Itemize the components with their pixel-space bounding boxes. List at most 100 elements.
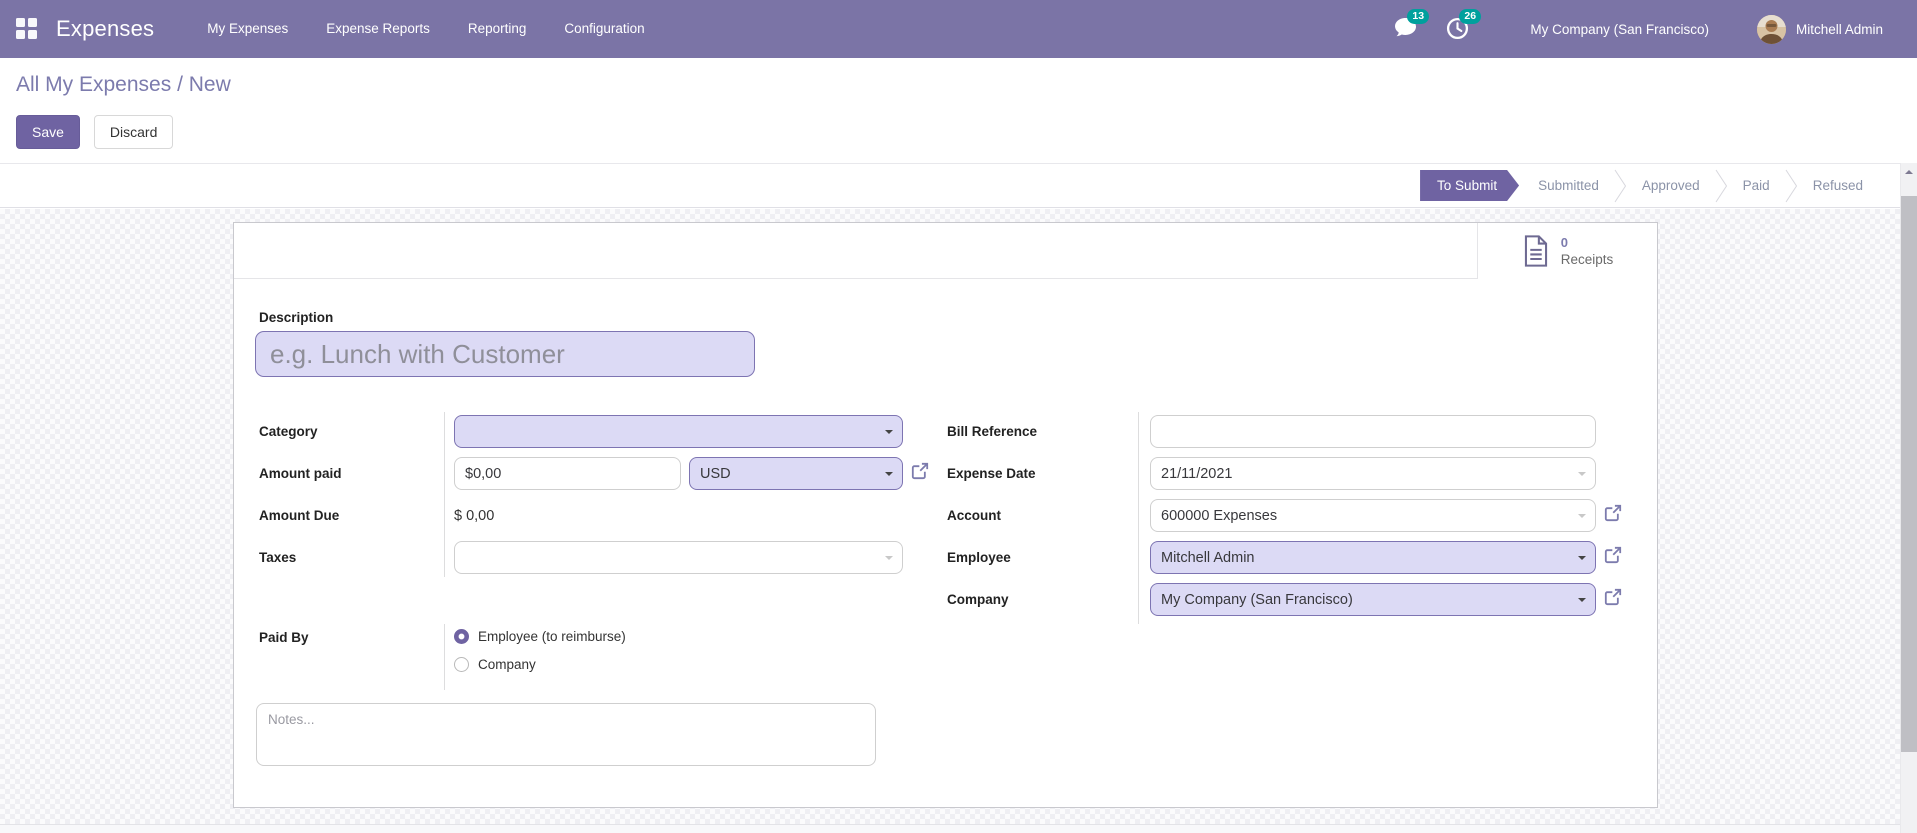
status-step-submitted[interactable]: Submitted [1523,178,1614,193]
company-value: My Company (San Francisco) [1161,591,1353,608]
chevron-down-icon [1578,598,1586,606]
currency-external-link-icon[interactable] [911,462,929,485]
status-chevron-icon [1614,169,1627,203]
amount-paid-label: Amount paid [259,466,342,481]
receipts-stat-button[interactable]: 0 Receipts [1477,223,1657,279]
employee-value: Mitchell Admin [1161,549,1255,566]
notes-textarea[interactable] [256,703,876,766]
activities-badge: 26 [1459,9,1482,24]
avatar-image [1756,14,1786,44]
paid-by-row: Paid By Employee (to reimburse) Company [259,629,626,672]
discard-button[interactable]: Discard [93,115,174,149]
nav-item-configuration[interactable]: Configuration [545,0,663,58]
employee-label: Employee [947,550,1011,565]
bill-reference-row: Bill Reference [947,415,1596,448]
expense-date-row: Expense Date 21/11/2021 [947,457,1596,490]
form-view-background: 0 Receipts Description Category [0,209,1900,824]
scrollbar-thumb[interactable] [1901,196,1917,752]
account-value: 600000 Expenses [1161,507,1278,524]
nav-item-reporting[interactable]: Reporting [449,0,546,58]
vertical-scrollbar[interactable] [1900,163,1917,833]
category-label: Category [259,424,318,439]
control-panel: All My Expenses / New Save Discard [0,58,1917,163]
account-row: Account 600000 Expenses [947,499,1622,532]
chevron-down-icon [885,430,893,438]
apps-grid-icon[interactable] [16,18,38,40]
expenses-app-page: Expenses My Expenses Expense Reports Rep… [0,0,1917,833]
account-external-link-icon[interactable] [1604,504,1622,527]
nav-item-expense-reports[interactable]: Expense Reports [307,0,449,58]
status-step-approved[interactable]: Approved [1627,178,1715,193]
radio-option-employee[interactable]: Employee (to reimburse) [454,629,626,644]
activities-icon[interactable]: 26 [1446,9,1482,41]
employee-external-link-icon[interactable] [1604,546,1622,569]
bill-reference-label: Bill Reference [947,424,1038,439]
breadcrumb-current: New [188,73,231,96]
paid-by-label: Paid By [259,630,309,645]
currency-value: USD [700,465,731,482]
expense-date-value: 21/11/2021 [1161,465,1233,482]
radio-label: Employee (to reimburse) [478,629,626,644]
amount-paid-row: Amount paid USD [259,457,929,490]
app-title[interactable]: Expenses [56,16,154,42]
messages-icon[interactable]: 13 [1394,9,1430,41]
employee-select[interactable]: Mitchell Admin [1150,541,1596,574]
category-select[interactable] [454,415,903,448]
taxes-select[interactable] [454,541,903,574]
document-icon [1524,235,1547,267]
company-row: Company My Company (San Francisco) [947,583,1622,616]
radio-option-company[interactable]: Company [454,657,626,672]
top-navbar: Expenses My Expenses Expense Reports Rep… [0,0,1917,58]
chevron-down-icon [1578,514,1586,522]
breadcrumb: All My Expenses / New [16,73,231,97]
radio-unselected-icon [454,657,469,672]
form-sheet: 0 Receipts Description Category [233,222,1658,808]
chevron-down-icon [885,472,893,480]
taxes-label: Taxes [259,550,297,565]
radio-selected-icon [454,629,469,644]
nav-item-my-expenses[interactable]: My Expenses [188,0,307,58]
taxes-row: Taxes [259,541,903,574]
amount-due-row: Amount Due $ 0,00 [259,499,494,532]
company-switcher[interactable]: My Company (San Francisco) [1530,22,1709,37]
breadcrumb-parent[interactable]: All My Expenses [16,73,171,96]
expense-date-label: Expense Date [947,466,1036,481]
status-step-paid[interactable]: Paid [1728,178,1785,193]
amount-due-label: Amount Due [259,508,340,523]
user-avatar[interactable] [1756,14,1786,44]
description-input[interactable] [255,331,755,377]
navbar-right-cluster: 13 26 My Company (San Francisco) Mitchel… [1368,9,1883,44]
button-box: 0 Receipts [234,223,1657,279]
breadcrumb-separator: / [171,73,189,96]
chevron-down-icon [1578,472,1586,480]
save-button[interactable]: Save [16,115,80,149]
category-row: Category [259,415,903,448]
status-step-refused[interactable]: Refused [1798,178,1878,193]
user-menu[interactable]: Mitchell Admin [1796,22,1883,37]
company-select[interactable]: My Company (San Francisco) [1150,583,1596,616]
amount-paid-input[interactable] [454,457,681,490]
content-bottom-strip [0,824,1900,833]
company-external-link-icon[interactable] [1604,588,1622,611]
employee-row: Employee Mitchell Admin [947,541,1622,574]
status-chevron-icon [1785,169,1798,203]
description-label: Description [259,310,334,325]
expense-date-select[interactable]: 21/11/2021 [1150,457,1596,490]
status-pipeline: To Submit Submitted Approved Paid Refuse… [0,163,1900,208]
scrollbar-up-arrow-icon[interactable] [1901,163,1917,180]
account-select[interactable]: 600000 Expenses [1150,499,1596,532]
messages-badge: 13 [1407,9,1430,24]
chevron-down-icon [885,556,893,564]
radio-label: Company [478,657,536,672]
currency-select[interactable]: USD [689,457,903,490]
account-label: Account [947,508,1001,523]
status-chevron-icon [1715,169,1728,203]
amount-due-value: $ 0,00 [454,507,495,524]
paid-by-options: Employee (to reimburse) Company [454,629,626,685]
company-label: Company [947,592,1009,607]
receipts-count: 0 [1560,235,1568,250]
status-step-to-submit[interactable]: To Submit [1420,170,1519,201]
bill-reference-input[interactable] [1150,415,1596,448]
receipts-label: Receipts [1560,252,1614,267]
action-buttons: Save Discard [16,115,174,149]
